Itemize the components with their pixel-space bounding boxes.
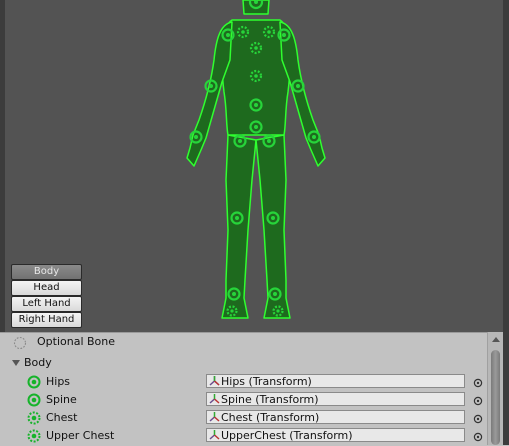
object-picker-icon[interactable] [473,432,483,442]
avatar-preview: Body Head Left Hand Right Hand [0,0,509,332]
upper-chest-transform-value: UpperChest (Transform) [221,429,353,442]
spine-transform-field[interactable]: Spine (Transform) [206,392,465,406]
hips-transform-value: Hips (Transform) [221,375,312,388]
dashed-circle-icon [13,336,27,350]
object-picker-icon[interactable] [473,378,483,388]
right-hand-view-button[interactable]: Right Hand [11,312,82,328]
scrollbar-thumb[interactable] [491,350,500,445]
optional-bone-label: Optional Bone [37,335,116,348]
bone-label-upper-chest: Upper Chest [46,429,115,442]
head-view-button[interactable]: Head [11,280,82,296]
object-picker-icon[interactable] [473,414,483,424]
right-leg-shape [255,134,291,319]
solid-circle-icon [27,375,41,389]
solid-circle-icon [27,393,41,407]
left-hand-view-button[interactable]: Left Hand [11,296,82,312]
bone-label-hips: Hips [46,375,71,388]
panel-right-border [503,332,509,445]
chest-transform-value: Chest (Transform) [221,411,320,424]
body-section-title[interactable]: Body [24,354,52,372]
transform-icon [209,430,220,440]
transform-icon [209,376,220,386]
body-view-button[interactable]: Body [11,264,82,280]
vertical-scrollbar[interactable] [487,332,504,445]
scroll-up-arrow-icon[interactable] [492,337,500,342]
foldout-triangle-icon[interactable] [11,358,21,368]
dashed-circle-icon [27,411,41,425]
chest-transform-field[interactable]: Chest (Transform) [206,410,465,424]
spine-transform-value: Spine (Transform) [221,393,319,406]
bone-label-spine: Spine [46,393,77,406]
transform-icon [209,394,220,404]
bone-label-chest: Chest [46,411,78,424]
bone-mapping-panel: Optional Bone Body Hips Hips (Transform)… [0,332,509,446]
hips-transform-field[interactable]: Hips (Transform) [206,374,465,388]
transform-icon [209,412,220,422]
upper-chest-transform-field[interactable]: UpperChest (Transform) [206,428,465,442]
object-picker-icon[interactable] [473,396,483,406]
dashed-circle-icon [27,429,41,443]
